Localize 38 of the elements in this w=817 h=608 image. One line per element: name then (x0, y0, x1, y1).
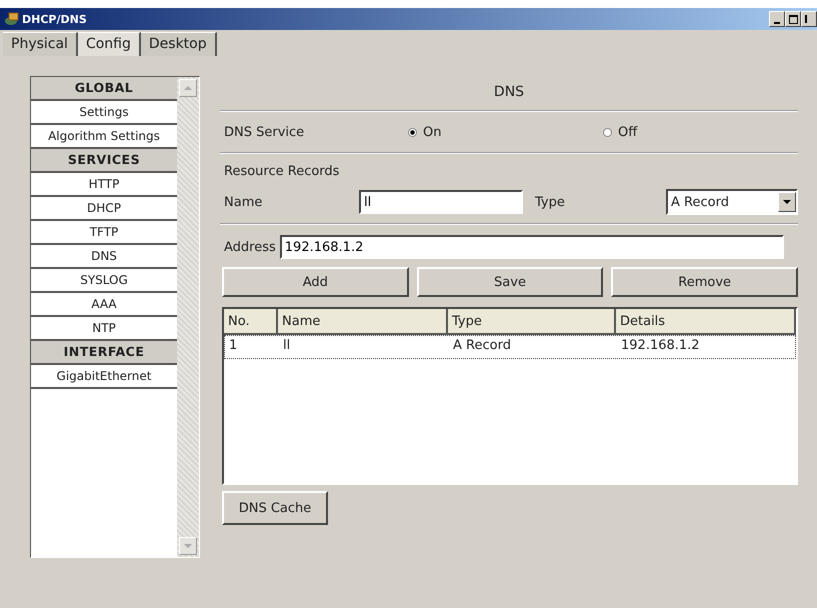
tab[interactable]: Config (78, 32, 141, 56)
action-button[interactable]: Save (416, 267, 604, 297)
action-button[interactable]: Add (222, 267, 409, 297)
window-title: DHCP/DNS (22, 12, 87, 26)
column-header[interactable]: Name (278, 309, 448, 335)
panel-title: DNS (492, 83, 526, 102)
name-field[interactable]: ll (359, 190, 523, 214)
column-header[interactable]: Type (448, 309, 616, 335)
section-header: GLOBAL (31, 77, 177, 101)
column-header[interactable]: No. (224, 309, 278, 335)
section-header: INTERFACE (31, 341, 177, 365)
table-cell-text: ll (282, 337, 292, 355)
table-cell-text: 1 (228, 337, 238, 355)
dns-cache-button[interactable]: DNS Cache (222, 491, 328, 525)
maximize-button[interactable] (785, 11, 801, 27)
radio-option[interactable]: On (408, 124, 603, 140)
field-label: DNS Service (224, 124, 306, 140)
type-dropdown[interactable]: A Record (666, 189, 798, 215)
scroll-bar[interactable] (177, 77, 199, 557)
field-label: Address (224, 240, 276, 254)
section-header: SERVICES (31, 149, 177, 173)
close-button[interactable] (801, 11, 817, 27)
table-row[interactable]: 1 ll A Record 192.168.1.2 (224, 335, 796, 359)
tab[interactable]: Physical (3, 32, 78, 56)
server-icon (4, 12, 20, 26)
table-cell-text: 192.168.1.2 (620, 337, 701, 355)
minimize-button[interactable] (769, 11, 785, 27)
field-label: Type (535, 194, 566, 210)
radio-option[interactable]: Off (602, 124, 798, 140)
column-header[interactable]: Details (616, 309, 796, 335)
section-label: Resource Records (223, 163, 340, 181)
scroll-up-button[interactable] (179, 79, 197, 97)
action-button[interactable]: Remove (611, 267, 798, 297)
table-cell-text: A Record (452, 337, 512, 355)
field-label: Name (224, 194, 264, 210)
scroll-down-button[interactable] (179, 537, 197, 555)
address-field[interactable]: 192.168.1.2 (280, 235, 784, 259)
tab[interactable]: Desktop (140, 32, 217, 56)
